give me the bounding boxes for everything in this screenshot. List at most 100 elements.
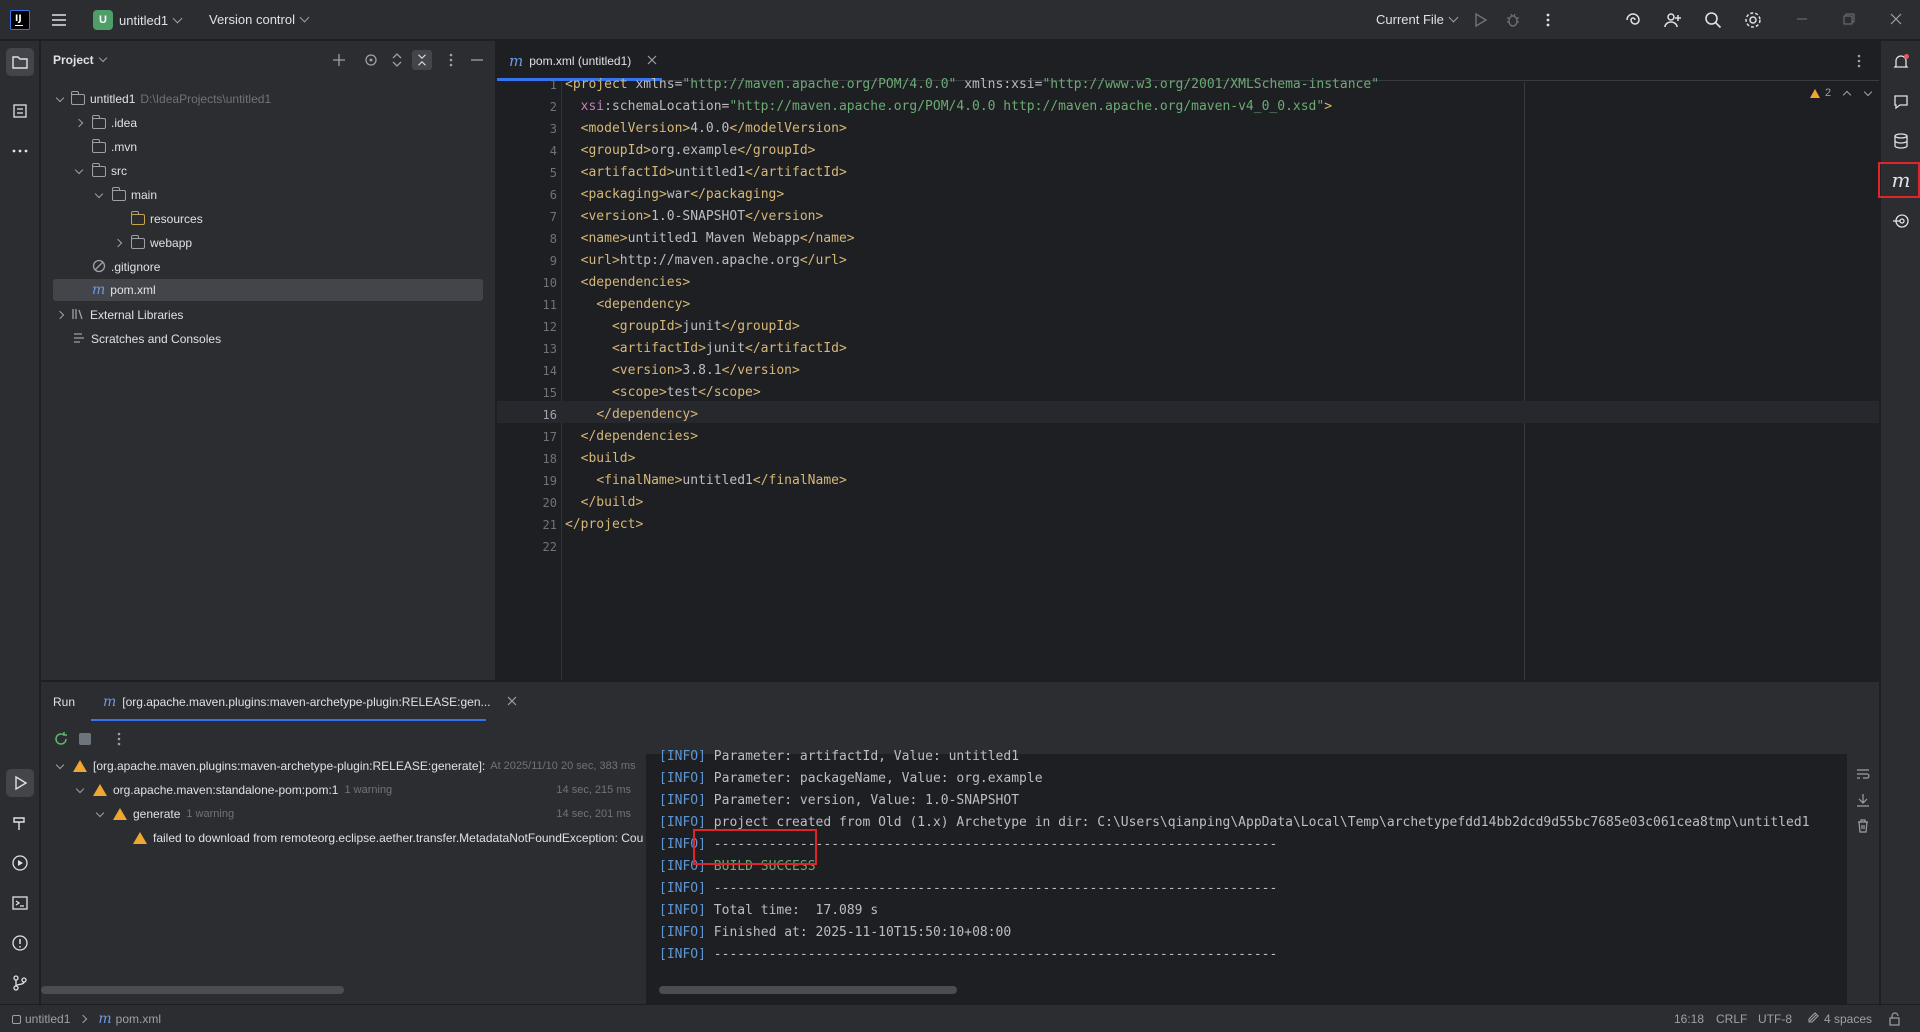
- endpoints-icon[interactable]: [1887, 207, 1915, 235]
- hide-panel-icon[interactable]: [469, 52, 485, 71]
- tree-item-resources[interactable]: resources: [131, 208, 203, 230]
- tree-item-gitignore[interactable]: .gitignore: [92, 256, 160, 278]
- settings-gear-icon[interactable]: [1744, 11, 1762, 32]
- ai-chat-icon[interactable]: [1887, 88, 1915, 116]
- code-line[interactable]: 5 <artifactId>untitled1</artifactId>: [497, 162, 1879, 184]
- code-line[interactable]: 14 <version>3.8.1</version>: [497, 360, 1879, 382]
- code-line[interactable]: 4 <groupId>org.example</groupId>: [497, 140, 1879, 162]
- close-tab-icon[interactable]: [507, 695, 517, 709]
- code-line[interactable]: 21 </project>: [497, 514, 1879, 536]
- project-selector[interactable]: U untitled1: [93, 10, 183, 30]
- chevron-down-icon[interactable]: [53, 93, 67, 102]
- tree-item-idea[interactable]: .idea: [72, 112, 137, 134]
- tree-item-mvn[interactable]: .mvn: [92, 136, 137, 158]
- terminal-icon[interactable]: [6, 889, 34, 917]
- main-menu-icon[interactable]: [50, 11, 68, 32]
- code-line[interactable]: 3 <modelVersion>4.0.0</modelVersion>: [497, 118, 1879, 140]
- more-actions-icon[interactable]: [1540, 12, 1556, 31]
- project-view-selector[interactable]: Project: [53, 53, 107, 67]
- notifications-bell-icon[interactable]: [1887, 48, 1915, 76]
- options-icon[interactable]: [443, 52, 459, 71]
- code-line[interactable]: 10 <dependencies>: [497, 272, 1879, 294]
- build-tree-row[interactable]: generate 1 warning 14 sec, 201 ms: [93, 802, 631, 826]
- code-line[interactable]: 17 </dependencies>: [497, 426, 1879, 448]
- tree-item-scratches[interactable]: Scratches and Consoles: [72, 328, 221, 350]
- problems-icon[interactable]: [6, 929, 34, 957]
- structure-icon[interactable]: [6, 97, 34, 125]
- chevron-right-icon[interactable]: [72, 118, 86, 128]
- tree-item-external-libraries[interactable]: External Libraries: [53, 304, 183, 326]
- scroll-to-end-icon[interactable]: [1855, 792, 1871, 811]
- soft-wrap-icon[interactable]: [1855, 766, 1871, 785]
- chevron-down-icon[interactable]: [93, 808, 107, 817]
- code-with-me-icon[interactable]: [1664, 11, 1682, 32]
- stop-icon[interactable]: [79, 733, 91, 745]
- build-tree-row[interactable]: [org.apache.maven.plugins:maven-archetyp…: [53, 754, 643, 778]
- tree-item-main[interactable]: main: [92, 184, 157, 206]
- tree-horizontal-scrollbar[interactable]: [41, 986, 344, 994]
- chevron-right-icon[interactable]: [53, 310, 67, 320]
- code-line[interactable]: 11 <dependency>: [497, 294, 1879, 316]
- database-icon[interactable]: [1887, 127, 1915, 155]
- indent-selector[interactable]: 4 spaces: [1808, 1011, 1872, 1026]
- code-line[interactable]: 2 xsi:schemaLocation="http://maven.apach…: [497, 96, 1879, 118]
- chevron-right-icon[interactable]: [111, 238, 125, 248]
- chevron-down-icon[interactable]: [72, 165, 86, 174]
- search-icon[interactable]: [1704, 11, 1722, 32]
- run-config-tab[interactable]: m [org.apache.maven.plugins:maven-archet…: [103, 691, 517, 713]
- run-tool-icon[interactable]: [6, 769, 34, 797]
- tree-item-pom[interactable]: m pom.xml: [53, 279, 483, 301]
- code-line[interactable]: 16 </dependency>: [497, 404, 1879, 426]
- close-tab-icon[interactable]: [647, 54, 657, 68]
- chevron-down-icon[interactable]: [92, 189, 106, 198]
- breadcrumb-file[interactable]: pom.xml: [116, 1012, 161, 1026]
- locate-icon[interactable]: [363, 52, 379, 71]
- console-output[interactable]: [INFO] Parameter: artifactId, Value: unt…: [647, 749, 1879, 1005]
- build-tree-row[interactable]: org.apache.maven:standalone-pom:pom:1 1 …: [73, 778, 631, 802]
- debug-icon[interactable]: [1505, 12, 1521, 31]
- restore-icon[interactable]: [1842, 12, 1856, 29]
- git-branch-icon[interactable]: [6, 969, 34, 997]
- minimize-icon[interactable]: [1795, 12, 1809, 29]
- run-config-selector[interactable]: Current File: [1376, 12, 1459, 27]
- breadcrumb-project[interactable]: untitled1: [25, 1012, 70, 1026]
- console-horizontal-scrollbar[interactable]: [659, 986, 957, 994]
- expand-all-icon[interactable]: [389, 52, 405, 71]
- run-icon[interactable]: [1472, 12, 1488, 31]
- code-line[interactable]: 1 <project xmlns="http://maven.apache.org…: [497, 74, 1879, 96]
- code-line[interactable]: 13 <artifactId>junit</artifactId>: [497, 338, 1879, 360]
- code-line[interactable]: 22: [497, 536, 1879, 558]
- code-line[interactable]: 8 <name>untitled1 Maven Webapp</name>: [497, 228, 1879, 250]
- caret-position[interactable]: 16:18: [1674, 1012, 1704, 1026]
- chevron-down-icon[interactable]: [53, 760, 67, 769]
- tree-item-webapp[interactable]: webapp: [111, 232, 192, 254]
- code-line[interactable]: 19 <finalName>untitled1</finalName>: [497, 470, 1879, 492]
- readonly-lock-icon[interactable]: [1888, 1012, 1902, 1029]
- line-separator[interactable]: CRLF: [1716, 1012, 1747, 1026]
- code-line[interactable]: 7 <version>1.0-SNAPSHOT</version>: [497, 206, 1879, 228]
- collapse-all-icon[interactable]: [412, 50, 432, 70]
- tree-item-root[interactable]: untitled1 D:\IdeaProjects\untitled1: [53, 88, 271, 110]
- code-line[interactable]: 15 <scope>test</scope>: [497, 382, 1879, 404]
- code-line[interactable]: 6 <packaging>war</packaging>: [497, 184, 1879, 206]
- clear-trash-icon[interactable]: [1855, 818, 1871, 837]
- build-hammer-icon[interactable]: [6, 809, 34, 837]
- code-line[interactable]: 12 <groupId>junit</groupId>: [497, 316, 1879, 338]
- vcs-selector[interactable]: Version control: [209, 12, 310, 27]
- run-tab[interactable]: Run: [53, 695, 75, 709]
- code-line[interactable]: 20 </build>: [497, 492, 1879, 514]
- build-tree-row[interactable]: failed to download from remoteorg.eclips…: [133, 826, 643, 850]
- code-line[interactable]: 18 <build>: [497, 448, 1879, 470]
- chevron-down-icon[interactable]: [73, 784, 87, 793]
- rerun-icon[interactable]: [53, 731, 69, 750]
- project-tool-folder-icon[interactable]: [6, 48, 34, 76]
- code-line[interactable]: 9 <url>http://maven.apache.org</url>: [497, 250, 1879, 272]
- file-encoding[interactable]: UTF-8: [1758, 1012, 1792, 1026]
- services-icon[interactable]: [6, 849, 34, 877]
- add-icon[interactable]: [331, 52, 347, 71]
- run-options-icon[interactable]: [111, 731, 127, 750]
- editor-options-icon[interactable]: [1851, 53, 1867, 72]
- more-tools-icon[interactable]: [6, 137, 34, 165]
- tree-item-src[interactable]: src: [72, 160, 127, 182]
- close-window-icon[interactable]: [1889, 12, 1903, 29]
